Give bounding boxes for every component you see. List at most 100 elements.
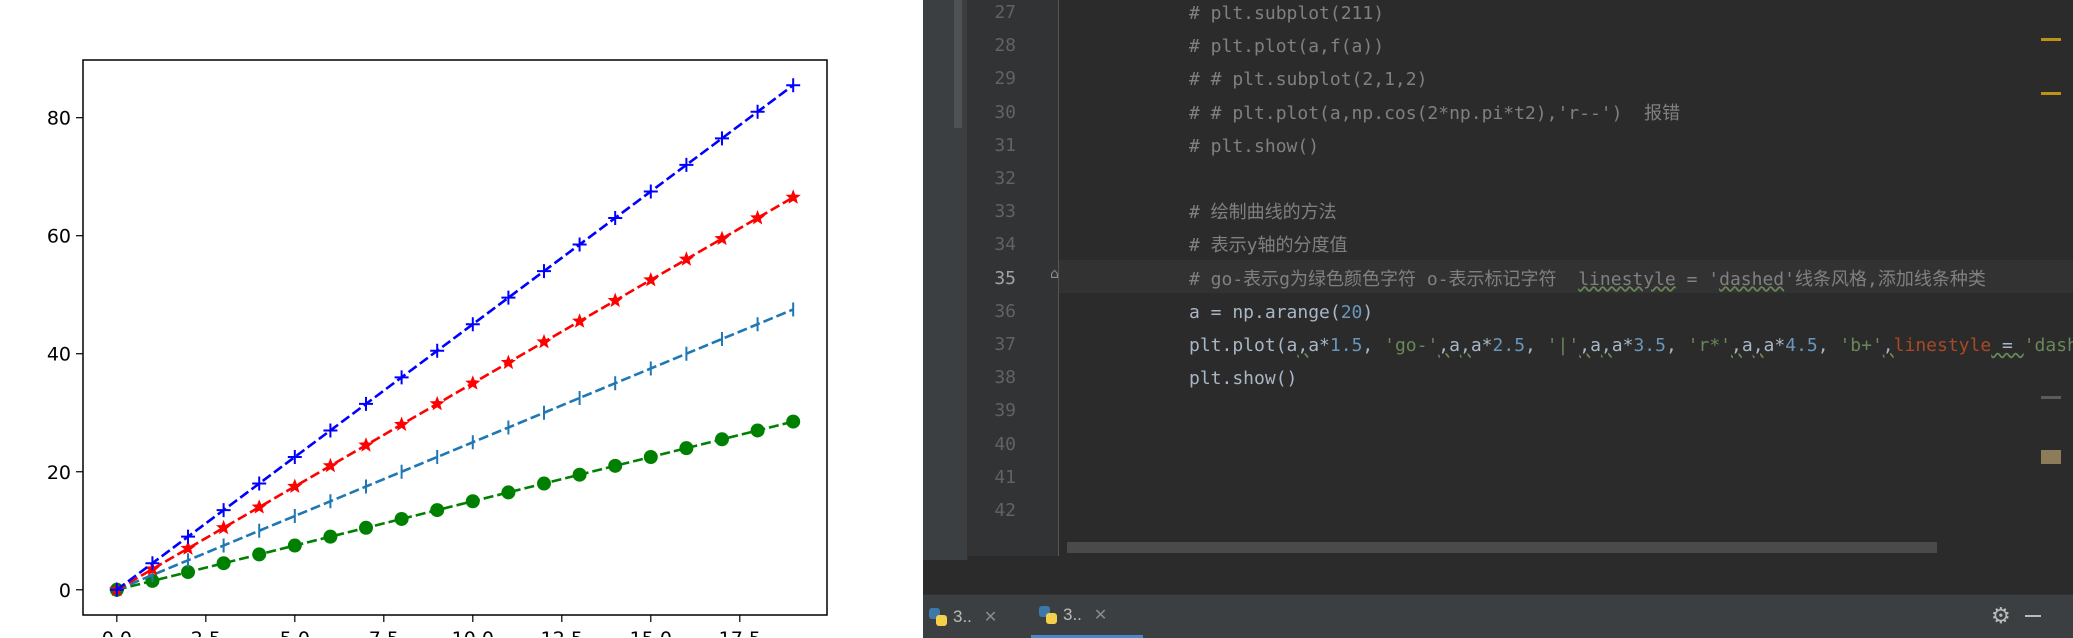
data-point bbox=[465, 494, 480, 509]
line-number: 37 bbox=[994, 334, 1016, 355]
data-point bbox=[536, 476, 551, 491]
x-tick-label: 7.5 bbox=[369, 628, 399, 637]
line-number: 32 bbox=[994, 168, 1016, 189]
tab-file-1[interactable]: 3.. ✕ bbox=[929, 595, 997, 638]
python-file-icon bbox=[929, 607, 947, 626]
code-token: , bbox=[1362, 335, 1385, 356]
code-line[interactable]: # 绘制曲线的方法 bbox=[1189, 202, 1337, 224]
x-tick-label: 2.5 bbox=[191, 628, 221, 637]
line-number: 40 bbox=[994, 433, 1016, 455]
x-tick-label: 10.0 bbox=[452, 628, 494, 637]
side-scroll-thumb[interactable] bbox=[954, 0, 962, 128]
line-number: 35 bbox=[994, 267, 1016, 289]
minimize-icon[interactable] bbox=[2025, 615, 2041, 617]
code-token: # 表示y轴的分度值 bbox=[1189, 235, 1348, 257]
line-number: 42 bbox=[994, 500, 1016, 521]
code-line[interactable]: # plt.plot(a,f(a)) bbox=[1189, 36, 1384, 58]
code-token: 'b+' bbox=[1839, 335, 1883, 356]
data-point bbox=[216, 556, 231, 571]
data-point bbox=[359, 520, 374, 535]
data-point bbox=[394, 511, 409, 526]
code-line[interactable]: # # plt.subplot(2,1,2) bbox=[1189, 69, 1427, 91]
data-point bbox=[287, 538, 302, 553]
code-token: dashed bbox=[1719, 268, 1785, 290]
code-token: plt.show() bbox=[1189, 368, 1298, 390]
code-token: 4.5 bbox=[1785, 335, 1818, 356]
warning-mark[interactable] bbox=[2041, 38, 2061, 41]
code-line[interactable]: a = np.arange(20) bbox=[1189, 302, 1373, 324]
matplotlib-figure: 0 20 40 60 80 0.0 2.5 5.0 7.5 10.0 12.5 15.0 17.5 bbox=[0, 0, 923, 637]
y-axis: 0 20 40 60 80 bbox=[47, 108, 83, 602]
code-token: linestyle bbox=[1893, 335, 1992, 356]
code-token: 20 bbox=[1340, 301, 1363, 323]
code-token: '线条风格,添加线条种类 bbox=[1784, 268, 1986, 290]
warning-mark[interactable] bbox=[2041, 92, 2061, 95]
data-point bbox=[501, 485, 516, 500]
x-tick-label: 0.0 bbox=[102, 628, 132, 637]
line-number: 29 bbox=[994, 68, 1016, 90]
y-tick-label: 80 bbox=[47, 108, 71, 130]
code-line[interactable]: # # plt.plot(a,np.cos(2*np.pi*t2),'r--')… bbox=[1189, 103, 1680, 125]
code-line[interactable]: # 表示y轴的分度值 bbox=[1189, 235, 1348, 257]
line-number: 30 bbox=[994, 101, 1016, 123]
line-number: 38 bbox=[994, 367, 1016, 389]
line-number: 41 bbox=[994, 466, 1016, 488]
code-token: '|' bbox=[1546, 335, 1580, 356]
python-file-icon bbox=[1039, 606, 1057, 624]
horizontal-scrollbar[interactable] bbox=[1067, 542, 1937, 553]
highlight-mark[interactable] bbox=[2041, 450, 2061, 464]
gear-icon[interactable]: ⚙ bbox=[1991, 604, 2011, 629]
code-token: a bbox=[1449, 335, 1460, 356]
code-area[interactable]: # plt.subplot(211) # plt.plot(a,f(a)) # # … bbox=[1059, 0, 2073, 556]
info-mark[interactable] bbox=[2041, 396, 2061, 399]
line-number: 39 bbox=[994, 400, 1016, 422]
line-chart: 0 20 40 60 80 0.0 2.5 5.0 7.5 10.0 12.5 15.0 17.5 bbox=[47, 59, 828, 637]
code-token: # go-表示g为绿色颜色字符 o-表示标记字符 bbox=[1189, 268, 1579, 290]
x-tick-label: 15.0 bbox=[630, 628, 672, 637]
x-axis: 0.0 2.5 5.0 7.5 10.0 12.5 15.0 17.5 bbox=[102, 615, 761, 637]
data-point bbox=[714, 432, 729, 447]
line-number: 34 bbox=[994, 234, 1016, 256]
code-token: , bbox=[1459, 335, 1471, 356]
code-token: a* bbox=[1308, 335, 1330, 356]
code-token: 3.5 bbox=[1633, 335, 1666, 356]
code-token: # # plt.plot(a,np.cos(2*np.pi*t2),'r--')… bbox=[1189, 102, 1681, 124]
tab-label: 3.. bbox=[1063, 605, 1082, 624]
x-tick-label: 5.0 bbox=[280, 628, 310, 637]
line-number-gutter: 27 28 29 30 31 32 33 34 35 36 37 38 39 40 41 42 bbox=[968, 0, 1059, 556]
code-line[interactable]: # plt.subplot(211) bbox=[1189, 3, 1384, 25]
code-token: a bbox=[1590, 335, 1601, 356]
line-number: 33 bbox=[994, 201, 1016, 223]
code-token: ) bbox=[1362, 301, 1374, 323]
line-number: 27 bbox=[994, 2, 1016, 23]
code-line[interactable]: plt.plot(a,a*1.5, 'go-',a,a*2.5, '|',a,a… bbox=[1189, 335, 2073, 357]
data-point bbox=[750, 423, 765, 438]
code-token: # 绘制曲线的方法 bbox=[1189, 202, 1337, 224]
line-number: 36 bbox=[994, 300, 1016, 322]
close-icon[interactable]: ✕ bbox=[984, 607, 997, 627]
data-point bbox=[430, 503, 445, 518]
code-line[interactable]: plt.show() bbox=[1189, 368, 1297, 390]
code-token: , bbox=[1817, 335, 1840, 356]
code-token: , bbox=[1752, 335, 1764, 356]
code-token: , bbox=[1731, 335, 1742, 356]
code-token: 1.5 bbox=[1329, 335, 1363, 356]
tab-file-2[interactable]: 3.. ✕ bbox=[1031, 595, 1143, 638]
code-token: , bbox=[1438, 335, 1450, 356]
code-token: # plt.show() bbox=[1189, 135, 1320, 157]
data-point bbox=[608, 458, 623, 473]
tab-label: 3.. bbox=[953, 606, 972, 626]
code-token: 'r*' bbox=[1687, 335, 1732, 356]
code-token: # plt.plot(a,f(a)) bbox=[1189, 36, 1385, 58]
bottom-tab-bar: 3.. ✕ 3.. ✕ ⚙ bbox=[923, 594, 2073, 638]
code-token: , bbox=[1525, 335, 1547, 356]
line-number: 31 bbox=[994, 134, 1016, 156]
code-token: , bbox=[1600, 335, 1612, 356]
y-tick-label: 20 bbox=[47, 462, 71, 484]
x-tick-label: 12.5 bbox=[541, 628, 583, 637]
y-tick-label: 40 bbox=[47, 344, 71, 366]
data-point bbox=[679, 441, 694, 456]
close-icon[interactable]: ✕ bbox=[1094, 605, 1107, 625]
code-line[interactable]: # plt.show() bbox=[1189, 136, 1319, 158]
code-line[interactable]: # go-表示g为绿色颜色字符 o-表示标记字符 linestyle = 'da… bbox=[1189, 269, 1986, 291]
